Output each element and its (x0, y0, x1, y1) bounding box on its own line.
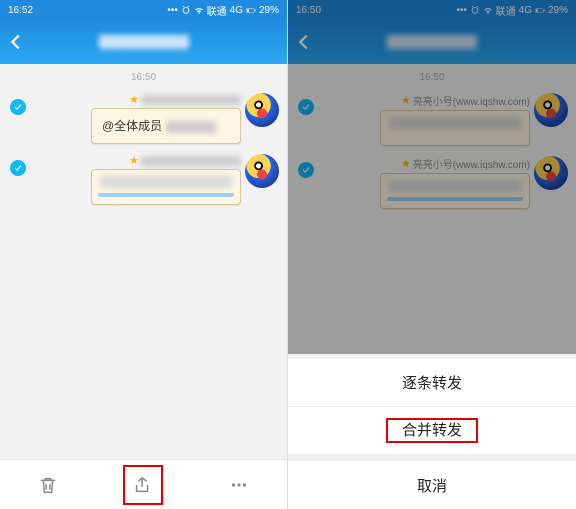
avatar[interactable] (534, 93, 568, 127)
battery-icon (535, 5, 545, 15)
mention-text: @全体成员 (102, 119, 162, 133)
message-bubble[interactable] (380, 173, 530, 209)
battery-percent: 29% (548, 5, 568, 16)
more-button[interactable] (219, 465, 259, 505)
avatar[interactable] (245, 93, 279, 127)
message-bubble[interactable] (91, 169, 241, 205)
alarm-icon (470, 5, 480, 15)
statusbar: 16:52 ••• 联通 4G 29% (0, 0, 287, 20)
sender-name: 亮亮小号(www.iqshw.com) (413, 156, 530, 171)
statusbar-time: 16:50 (296, 5, 321, 16)
carrier-label: 联通 (207, 3, 227, 18)
back-button[interactable] (288, 31, 320, 53)
chat-area: 16:50 ★ 亮亮小号(www.iqshw.com) (288, 64, 576, 354)
select-check-icon[interactable] (298, 162, 314, 178)
star-icon: ★ (401, 157, 411, 170)
avatar[interactable] (534, 156, 568, 190)
sender-label: ★ (129, 154, 241, 167)
select-check-icon[interactable] (298, 99, 314, 115)
sender-name: 亮亮小号(www.iqshw.com) (413, 93, 530, 108)
network-label: 4G (230, 5, 243, 16)
chat-header (288, 20, 576, 64)
chat-title (99, 35, 189, 49)
avatar[interactable] (245, 154, 279, 188)
forward-merged[interactable]: 合并转发 (288, 407, 576, 455)
star-icon: ★ (129, 93, 139, 106)
sender-label: ★ (129, 93, 241, 106)
statusbar-time: 16:52 (8, 5, 33, 16)
wifi-icon (483, 5, 493, 15)
message-row[interactable]: ★ 亮亮小号(www.iqshw.com) (288, 150, 576, 213)
sender-label: ★ 亮亮小号(www.iqshw.com) (401, 93, 530, 108)
sender-label: ★ 亮亮小号(www.iqshw.com) (401, 156, 530, 171)
action-label: 取消 (417, 475, 447, 496)
share-button[interactable] (123, 465, 163, 505)
cancel-button[interactable]: 取消 (288, 461, 576, 509)
bottom-toolbar (0, 459, 287, 509)
action-label: 合并转发 (386, 418, 478, 443)
star-icon: ★ (129, 154, 139, 167)
message-row[interactable]: ★ 亮亮小号(www.iqshw.com) (288, 87, 576, 150)
statusbar: 16:50 ••• 联通 4G 29% (288, 0, 576, 20)
select-check-icon[interactable] (10, 99, 26, 115)
timestamp: 16:50 (0, 64, 287, 87)
battery-icon (246, 5, 256, 15)
wifi-icon (194, 5, 204, 15)
message-bubble[interactable] (380, 110, 530, 146)
more-status-icon: ••• (168, 5, 178, 15)
message-row[interactable]: ★ (0, 148, 287, 209)
chat-area: 16:50 ★ @全体成员 (0, 64, 287, 459)
message-row[interactable]: ★ @全体成员 (0, 87, 287, 148)
chat-title (387, 35, 477, 49)
timestamp: 16:50 (288, 64, 576, 87)
chat-header (0, 20, 287, 64)
delete-button[interactable] (28, 465, 68, 505)
star-icon: ★ (401, 94, 411, 107)
back-button[interactable] (0, 31, 32, 53)
action-label: 逐条转发 (402, 372, 462, 393)
carrier-label: 联通 (496, 3, 516, 18)
more-status-icon: ••• (457, 5, 467, 15)
forward-one-by-one[interactable]: 逐条转发 (288, 359, 576, 407)
message-bubble[interactable]: @全体成员 (91, 108, 241, 144)
select-check-icon[interactable] (10, 160, 26, 176)
battery-percent: 29% (259, 5, 279, 16)
network-label: 4G (519, 5, 532, 16)
alarm-icon (181, 5, 191, 15)
action-sheet: 逐条转发 合并转发 取消 (288, 359, 576, 509)
